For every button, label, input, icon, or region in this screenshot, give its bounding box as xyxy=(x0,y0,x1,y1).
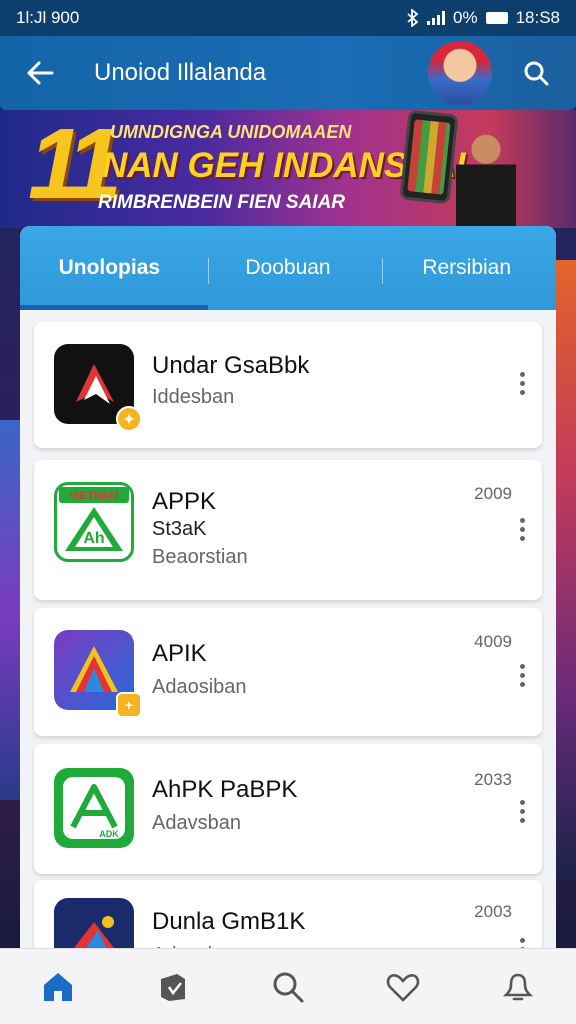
tab-divider xyxy=(208,258,209,284)
nav-profile[interactable] xyxy=(488,957,548,1017)
active-tab-indicator xyxy=(20,305,208,310)
app-subtitle: Beaorstian xyxy=(152,546,248,568)
app-name: APPK xyxy=(152,488,217,515)
more-options-button[interactable] xyxy=(510,518,534,541)
app-year: 2009 xyxy=(474,484,512,503)
app-list-item[interactable]: Dunla GmB1K Adavsban 2003 xyxy=(34,880,542,956)
signal-icon xyxy=(426,11,445,25)
status-time: 1l:Jl 900 xyxy=(16,8,80,27)
status-icons: 0% 18:S8 xyxy=(407,8,560,28)
svg-text:Ah: Ah xyxy=(83,530,104,547)
search-button[interactable] xyxy=(514,51,558,95)
page-title: Unoiod Illalanda xyxy=(94,59,267,86)
green-apk-icon: ADK xyxy=(54,768,134,848)
app-list-item[interactable]: + APIK Adaosiban 4009 xyxy=(34,608,542,736)
status-clock: 18:S8 xyxy=(515,8,560,27)
bluetooth-icon xyxy=(407,9,419,27)
more-options-button[interactable] xyxy=(510,664,534,687)
bottom-navigation xyxy=(0,948,576,1024)
download-badge-icon: ✦ xyxy=(116,406,142,432)
plus-badge-icon: + xyxy=(116,692,142,718)
banner-phone-image xyxy=(399,110,459,205)
nav-home[interactable] xyxy=(28,957,88,1017)
tab-bar: Unolopias Doobuan Rersibian xyxy=(20,226,556,310)
content-panel: Unolopias Doobuan Rersibian ✦ Undar GsaB… xyxy=(20,226,556,956)
banner-headline-3: RIMBRENBEIN FIEN SAIAR xyxy=(98,192,346,213)
promo-banner[interactable]: 11 UMNDIGNGA UNIDOMAAEN NAN GEH INDANSEA… xyxy=(0,110,576,228)
nav-favorites[interactable] xyxy=(373,957,433,1017)
app-name: AhPK PaBPK xyxy=(152,776,298,803)
app-year: 2003 xyxy=(474,902,512,921)
red-white-arrow-icon: ✦ xyxy=(54,344,142,432)
tab-rersibian[interactable]: Rersibian xyxy=(377,226,556,310)
side-decoration-left xyxy=(0,420,22,800)
back-button[interactable] xyxy=(18,51,62,95)
app-bar: Unoiod Illalanda xyxy=(0,36,576,110)
more-options-button[interactable] xyxy=(510,800,534,823)
app-name: APIK xyxy=(152,640,207,667)
search-icon xyxy=(524,61,549,86)
app-list-item[interactable]: VIETNAM Ah APPK St3aK Beaorstian 2009 xyxy=(34,460,542,600)
battery-icon xyxy=(485,12,508,24)
banner-headline-1: UMNDIGNGA UNIDOMAAEN xyxy=(110,122,352,142)
avatar[interactable] xyxy=(428,41,492,105)
app-subtitle: Adaosiban xyxy=(152,676,247,698)
profile-icon xyxy=(503,973,534,1000)
app-list-item[interactable]: ✦ Undar GsaBbk Iddesban xyxy=(34,322,542,448)
app-subtitle: Iddesban xyxy=(152,386,235,408)
search-icon xyxy=(273,972,304,1002)
heart-icon xyxy=(386,973,420,1002)
tab-divider xyxy=(382,258,383,284)
app-year: 2033 xyxy=(474,770,512,789)
colorful-a-icon: + xyxy=(54,630,142,718)
banner-person-image xyxy=(456,132,516,228)
apk-text: ADK xyxy=(99,829,119,839)
more-options-button[interactable] xyxy=(510,372,534,395)
nav-search[interactable] xyxy=(258,957,318,1017)
app-subtitle: Adavsban xyxy=(152,812,241,834)
tab-unolopias[interactable]: Unolopias xyxy=(20,226,199,310)
battery-percent: 0% xyxy=(452,8,478,27)
store-icon xyxy=(160,973,185,1001)
home-icon xyxy=(43,972,72,1001)
tab-doobuan[interactable]: Doobuan xyxy=(199,226,378,310)
app-name: Undar GsaBbk xyxy=(152,352,310,379)
app-line2: St3aK xyxy=(152,518,207,540)
vietnam-label: VIETNAM xyxy=(69,490,119,502)
nav-store[interactable] xyxy=(143,957,203,1017)
app-list-item[interactable]: ADK AhPK PaBPK Adavsban 2033 xyxy=(34,744,542,874)
status-bar: 1l:Jl 900 0% 18:S8 xyxy=(0,0,576,36)
app-year: 4009 xyxy=(474,632,512,651)
back-arrow-icon xyxy=(27,61,54,85)
green-a-apk-icon: VIETNAM Ah xyxy=(54,482,134,562)
app-name: Dunla GmB1K xyxy=(152,908,306,935)
